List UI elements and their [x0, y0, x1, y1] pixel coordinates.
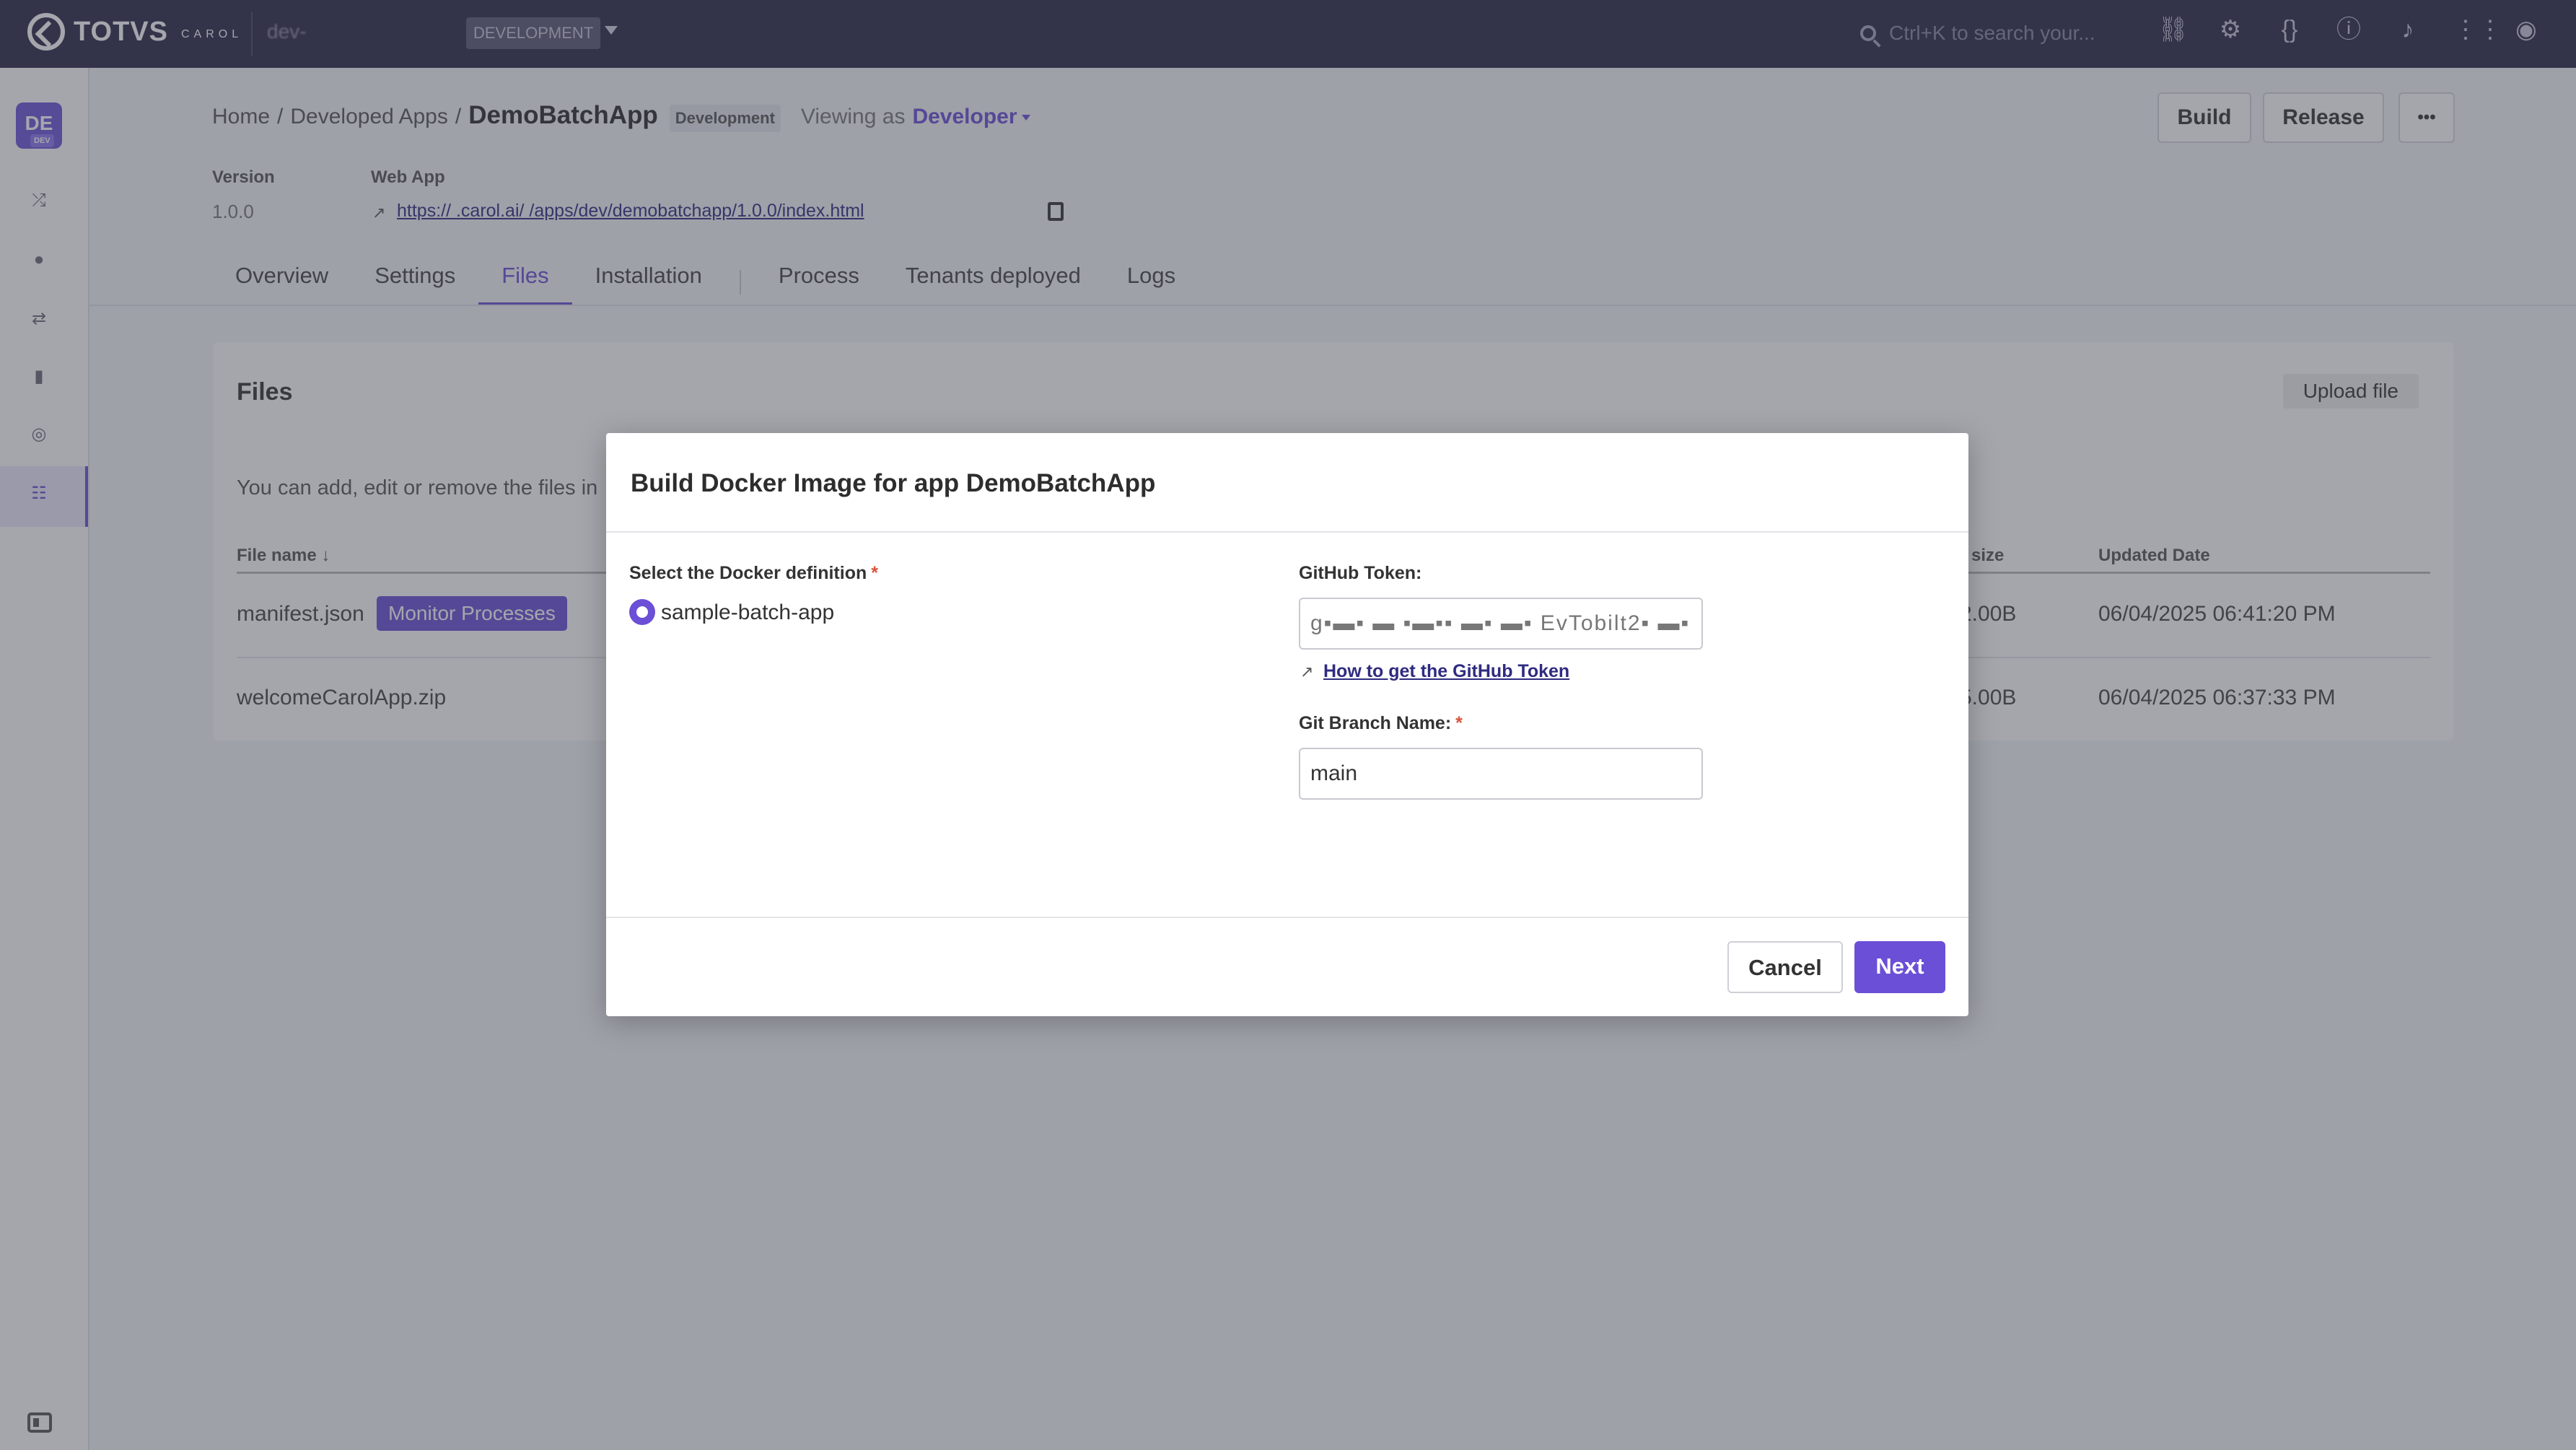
cancel-button[interactable]: Cancel — [1727, 941, 1843, 993]
label-text: Git Branch Name: — [1299, 713, 1452, 733]
docker-definition-option[interactable]: sample-batch-app — [661, 600, 834, 625]
label-text: Select the Docker definition — [629, 563, 867, 583]
required-mark: * — [871, 563, 878, 583]
dialog-footer-rule — [606, 917, 1968, 918]
docker-definition-label: Select the Docker definition * — [629, 563, 878, 584]
dialog-header-rule — [606, 531, 1968, 533]
github-token-label: GitHub Token: — [1299, 563, 1422, 583]
build-docker-dialog: Build Docker Image for app DemoBatchApp … — [606, 433, 1968, 1016]
external-link-icon: ↗ — [1300, 663, 1314, 681]
next-button[interactable]: Next — [1854, 941, 1945, 993]
github-token-input[interactable] — [1299, 598, 1703, 650]
git-branch-label: Git Branch Name: * — [1299, 713, 1463, 734]
required-mark: * — [1455, 713, 1463, 733]
docker-definition-radio[interactable] — [629, 599, 655, 625]
git-branch-input[interactable] — [1299, 748, 1703, 800]
dialog-title: Build Docker Image for app DemoBatchApp — [631, 469, 1156, 497]
github-token-help-link[interactable]: How to get the GitHub Token — [1323, 661, 1569, 682]
